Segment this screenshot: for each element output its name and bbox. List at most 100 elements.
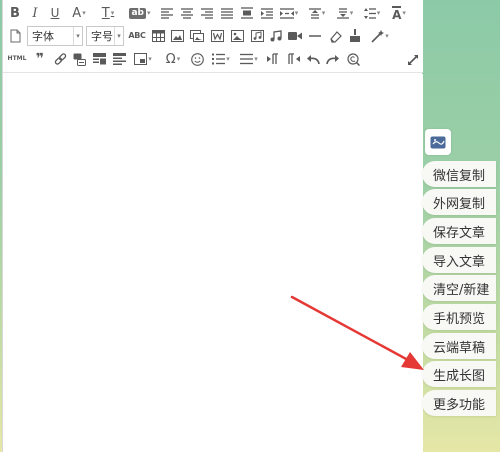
indent-icon[interactable] (259, 2, 275, 24)
clear-new-button[interactable]: 清空/新建 (422, 275, 496, 301)
wechat-copy-button[interactable]: 微信复制 (422, 161, 496, 187)
picture-icon[interactable] (229, 25, 245, 47)
font-family-value: 字体 (32, 30, 54, 43)
chevron-down-icon: ▾ (82, 8, 86, 17)
font-bg-button[interactable]: T ▾ (96, 2, 120, 24)
underline-button[interactable]: U (47, 2, 63, 24)
long-image-button[interactable]: 生成长图 (422, 361, 496, 387)
chevron-down-icon: ▾ (376, 8, 381, 17)
italic-button[interactable]: I (27, 2, 43, 24)
align-right-icon[interactable] (199, 2, 215, 24)
spellcheck-label: ABC (128, 31, 146, 40)
chevron-down-icon: ▾ (176, 54, 181, 63)
undo-icon[interactable] (305, 48, 321, 70)
more-features-button[interactable]: 更多功能 (422, 390, 496, 416)
unordered-list-icon[interactable]: ▾ (236, 48, 262, 70)
distribute-icon[interactable] (239, 2, 255, 24)
font-size-value: 字号 (91, 30, 113, 43)
toolbar-row-2: 字体 ▾ 字号 ▾ ABC ▾ (3, 25, 423, 47)
align-left-icon[interactable] (159, 2, 175, 24)
horizontal-rule-icon[interactable] (307, 25, 323, 47)
sidebar-toggle-button[interactable] (425, 129, 451, 155)
clear-new-label: 清空/新建 (433, 282, 490, 298)
html-source-button[interactable]: HTML (7, 48, 27, 70)
picture-card-icon (430, 136, 446, 148)
omega-glyph: Ω (165, 51, 176, 67)
fullscreen-icon[interactable] (407, 54, 419, 66)
more-features-label: 更多功能 (433, 397, 486, 413)
paragraph-format-icon[interactable] (111, 48, 127, 70)
external-copy-label: 外网复制 (433, 196, 486, 212)
editor-panel: B I U A ▾ T ▾ ab ▾ ▾ ▾ ▾ ▾ A ▾ 字体 ▾ 字号 ▾… (2, 0, 423, 452)
redo-icon[interactable] (325, 48, 341, 70)
toolbar-row-3: HTML ❞ ▾ Ω ▾ ▾ ▾ (3, 48, 423, 70)
cloud-draft-button[interactable]: 云端草稿 (422, 333, 496, 359)
chevron-down-icon: ▾ (147, 8, 151, 17)
music-image-icon[interactable] (249, 25, 265, 47)
insert-frame-icon[interactable]: ▾ (130, 48, 156, 70)
search-replace-icon[interactable] (345, 48, 361, 70)
bold-button[interactable]: B (7, 2, 23, 24)
chevron-down-icon: ▾ (254, 54, 258, 63)
toolbar-row-1: B I U A ▾ T ▾ ab ▾ ▾ ▾ ▾ ▾ A ▾ (3, 2, 423, 24)
font-color-button[interactable]: A ▾ (68, 2, 90, 24)
import-article-button[interactable]: 导入文章 (422, 247, 496, 273)
save-article-button[interactable]: 保存文章 (422, 218, 496, 244)
chevron-down-icon: ▾ (321, 8, 326, 17)
cloud-draft-label: 云端草稿 (433, 340, 486, 356)
save-article-label: 保存文章 (433, 225, 486, 241)
align-center-icon[interactable] (179, 2, 195, 24)
font-size-select[interactable]: 字号 ▾ (86, 26, 124, 46)
html-source-label: HTML (7, 55, 27, 62)
row-spacing-bottom-icon[interactable]: ▾ (333, 2, 357, 24)
chevron-down-icon: ▾ (114, 27, 123, 45)
align-justify-icon[interactable] (219, 2, 235, 24)
bold-label: B (10, 5, 20, 21)
row-spacing-top-icon[interactable]: ▾ (305, 2, 329, 24)
emoji-icon[interactable] (189, 48, 205, 70)
import-article-label: 导入文章 (433, 254, 486, 270)
mobile-preview-button[interactable]: 手机预览 (422, 304, 496, 330)
magic-wand-icon[interactable]: ▾ (367, 25, 393, 47)
format-brush-icon[interactable] (347, 25, 363, 47)
line-height-icon[interactable]: ▾ (360, 2, 384, 24)
chevron-down-icon: ▾ (385, 31, 389, 40)
video-icon[interactable] (287, 25, 303, 47)
rtl-direction-icon[interactable] (285, 48, 301, 70)
quote-icon[interactable]: ❞ (32, 48, 48, 70)
font-family-select[interactable]: 字体 ▾ (27, 26, 83, 46)
editor-toolbar: B I U A ▾ T ▾ ab ▾ ▾ ▾ ▾ ▾ A ▾ 字体 ▾ 字号 ▾… (3, 0, 423, 73)
chevron-down-icon: ▾ (110, 8, 115, 17)
font-size-adjust-button[interactable]: A ▾ (387, 2, 411, 24)
image-icon[interactable] (169, 25, 185, 47)
quote-glyph: ❞ (35, 51, 45, 67)
highlight-button[interactable]: ab ▾ (126, 2, 154, 24)
underline-label: U (50, 6, 60, 20)
font-bg-label: T (101, 5, 110, 21)
chevron-down-icon: ▾ (349, 8, 354, 17)
image-gallery-icon[interactable] (189, 25, 205, 47)
special-char-icon[interactable]: Ω ▾ (160, 48, 186, 70)
chevron-down-icon: ▾ (226, 54, 230, 63)
table-icon[interactable] (150, 25, 166, 47)
spellcheck-button[interactable]: ABC (127, 25, 147, 47)
unlink-icon[interactable] (71, 48, 87, 70)
ordered-list-icon[interactable]: ▾ (208, 48, 234, 70)
chevron-down-icon: ▾ (402, 8, 406, 17)
chevron-down-icon: ▾ (294, 8, 299, 17)
eraser-icon[interactable] (327, 25, 343, 47)
word-import-icon[interactable] (209, 25, 225, 47)
wechat-copy-label: 微信复制 (433, 168, 486, 184)
audio-icon[interactable] (268, 25, 284, 47)
font-size-adjust-label: A (392, 5, 402, 22)
editor-content-area[interactable] (3, 74, 423, 452)
highlight-label: ab (129, 7, 146, 19)
margin-icon[interactable]: ▾ (277, 2, 301, 24)
template-icon[interactable] (91, 48, 107, 70)
new-document-icon[interactable] (7, 25, 23, 47)
chevron-down-icon: ▾ (148, 54, 152, 63)
mobile-preview-label: 手机预览 (433, 311, 486, 327)
ltr-direction-icon[interactable] (265, 48, 281, 70)
link-icon[interactable] (52, 48, 68, 70)
external-copy-button[interactable]: 外网复制 (422, 189, 496, 215)
